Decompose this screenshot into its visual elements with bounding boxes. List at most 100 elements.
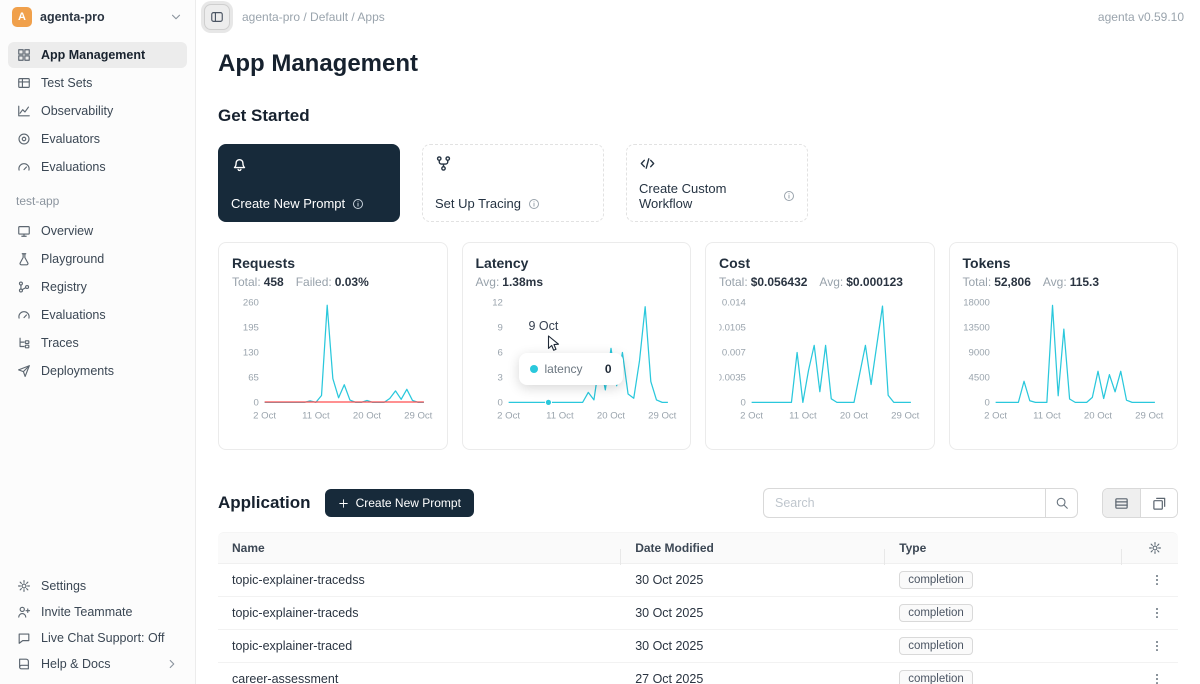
sidebar-item-evaluations[interactable]: Evaluations <box>8 302 187 328</box>
row-actions <box>1122 573 1178 587</box>
kebab-menu-icon[interactable] <box>1150 639 1164 653</box>
svg-text:0.007: 0.007 <box>722 347 746 358</box>
card-label-row: Set Up Tracing <box>435 196 591 211</box>
sidebar-item-deployments[interactable]: Deployments <box>8 358 187 384</box>
observability-icon <box>16 104 32 118</box>
sidebar-item-live-chat-support-off[interactable]: Live Chat Support: Off <box>8 625 187 650</box>
svg-text:2 Oct: 2 Oct <box>497 411 520 422</box>
stat-card-requests: RequestsTotal:458Failed:0.03%26019513065… <box>218 242 448 450</box>
table-view-icon <box>1114 496 1129 511</box>
column-header-name[interactable]: Name <box>218 541 621 555</box>
sidebar-section-label: test-app <box>0 180 195 210</box>
sidebar-item-label: Observability <box>41 104 113 118</box>
chart-tokens: 18000135009000450002 Oct11 Oct20 Oct29 O… <box>963 293 1165 427</box>
plus-icon <box>338 498 349 509</box>
type-badge: completion <box>899 670 973 684</box>
search-input[interactable] <box>763 488 1045 518</box>
stat-card-cost: CostTotal:$0.056432Avg:$0.0001230.0140.0… <box>705 242 935 450</box>
sidebar-item-playground[interactable]: Playground <box>8 246 187 272</box>
cell-type: completion <box>885 670 1122 684</box>
metric-label: Failed: <box>296 275 332 289</box>
get-started-card-create-custom-workflow[interactable]: Create Custom Workflow <box>626 144 808 222</box>
sidebar-item-label: Test Sets <box>41 76 92 90</box>
chart-requests: 2601951306502 Oct11 Oct20 Oct29 Oct <box>232 293 434 427</box>
get-started-cards: Create New Prompt Set Up Tracing Create Cu… <box>218 144 1178 222</box>
metric-label: Total: <box>232 275 261 289</box>
stat-title: Requests <box>232 255 434 271</box>
search-group <box>763 488 1078 518</box>
row-actions <box>1122 606 1178 620</box>
cell-type: completion <box>885 637 1122 655</box>
sidebar-item-evaluators[interactable]: Evaluators <box>8 126 187 152</box>
svg-text:195: 195 <box>243 322 259 333</box>
sidebar-item-label: Overview <box>41 224 93 238</box>
tooltip-date: 9 Oct <box>529 319 559 333</box>
sidebar-item-help-docs[interactable]: Help & Docs <box>8 651 187 676</box>
stat-metric: Total:$0.056432 <box>719 275 807 289</box>
metric-value: $0.056432 <box>751 275 808 289</box>
row-actions <box>1122 672 1178 684</box>
sidebar-item-invite-teammate[interactable]: Invite Teammate <box>8 599 187 624</box>
card-view-button[interactable] <box>1140 489 1177 517</box>
svg-text:11 Oct: 11 Oct <box>789 411 817 422</box>
svg-text:20 Oct: 20 Oct <box>596 411 625 422</box>
workspace-avatar: A <box>12 7 32 27</box>
kebab-menu-icon[interactable] <box>1150 672 1164 684</box>
type-badge: completion <box>899 604 973 622</box>
gear-icon <box>1148 541 1162 555</box>
cell-date-modified: 30 Oct 2025 <box>621 606 885 620</box>
series-dot <box>530 365 538 373</box>
sidebar-item-settings[interactable]: Settings <box>8 573 187 598</box>
sidebar-item-observability[interactable]: Observability <box>8 98 187 124</box>
sidebar-item-overview[interactable]: Overview <box>8 218 187 244</box>
svg-text:6: 6 <box>497 347 502 358</box>
chart-cost: 0.0140.01050.0070.003502 Oct11 Oct20 Oct… <box>719 293 921 427</box>
type-badge: completion <box>899 571 973 589</box>
sidebar-toggle-button[interactable] <box>204 4 230 30</box>
table-header: NameDate ModifiedType <box>218 532 1178 564</box>
metric-value: 458 <box>264 275 284 289</box>
sidebar-item-app-management[interactable]: App Management <box>8 42 187 68</box>
get-started-card-create-new-prompt[interactable]: Create New Prompt <box>218 144 400 222</box>
svg-text:260: 260 <box>243 297 259 308</box>
metric-value: 0.03% <box>335 275 369 289</box>
workspace-selector[interactable]: A agenta-pro <box>0 0 195 34</box>
sidebar-item-registry[interactable]: Registry <box>8 274 187 300</box>
kebab-menu-icon[interactable] <box>1150 606 1164 620</box>
metric-value: $0.000123 <box>846 275 903 289</box>
search-button[interactable] <box>1045 488 1078 518</box>
card-label: Create Custom Workflow <box>639 181 776 211</box>
column-header-type[interactable]: Type <box>885 541 1122 555</box>
svg-text:29 Oct: 29 Oct <box>891 411 920 422</box>
sidebar-item-label: Registry <box>41 280 87 294</box>
app-root: A agenta-pro App Management Test Sets Obse… <box>0 0 1200 684</box>
get-started-card-set-up-tracing[interactable]: Set Up Tracing <box>422 144 604 222</box>
column-header-date-modified[interactable]: Date Modified <box>621 541 885 555</box>
help-icon <box>16 657 32 671</box>
sidebar-item-evaluations[interactable]: Evaluations <box>8 154 187 180</box>
table-row[interactable]: topic-explainer-traceds30 Oct 2025comple… <box>218 597 1178 630</box>
workspace-name: agenta-pro <box>40 10 105 24</box>
table-row[interactable]: topic-explainer-tracedss30 Oct 2025compl… <box>218 564 1178 597</box>
sidebar-item-traces[interactable]: Traces <box>8 330 187 356</box>
sidebar-item-test-sets[interactable]: Test Sets <box>8 70 187 96</box>
sidebar-nav-app: Overview Playground Registry EvaluationsTra… <box>0 210 195 384</box>
table-settings-header[interactable] <box>1122 541 1178 555</box>
cell-name: career-assessment <box>218 672 621 684</box>
metric-value: 1.38ms <box>502 275 543 289</box>
cell-type: completion <box>885 604 1122 622</box>
stat-metric: Total:458 <box>232 275 284 289</box>
kebab-menu-icon[interactable] <box>1150 573 1164 587</box>
sidebar-item-label: Evaluations <box>41 160 106 174</box>
create-new-prompt-button[interactable]: Create New Prompt <box>325 489 474 517</box>
svg-text:2 Oct: 2 Oct <box>984 411 1007 422</box>
table-row[interactable]: career-assessment27 Oct 2025completion <box>218 663 1178 684</box>
table-view-button[interactable] <box>1103 489 1140 517</box>
search-icon <box>1055 496 1069 510</box>
stat-metrics: Total:$0.056432Avg:$0.000123 <box>719 275 921 289</box>
sidebar-item-label: Evaluators <box>41 132 100 146</box>
create-button-label: Create New Prompt <box>356 496 461 510</box>
svg-text:11 Oct: 11 Oct <box>1033 411 1061 422</box>
table-row[interactable]: topic-explainer-traced30 Oct 2025complet… <box>218 630 1178 663</box>
grid-icon <box>16 48 32 62</box>
